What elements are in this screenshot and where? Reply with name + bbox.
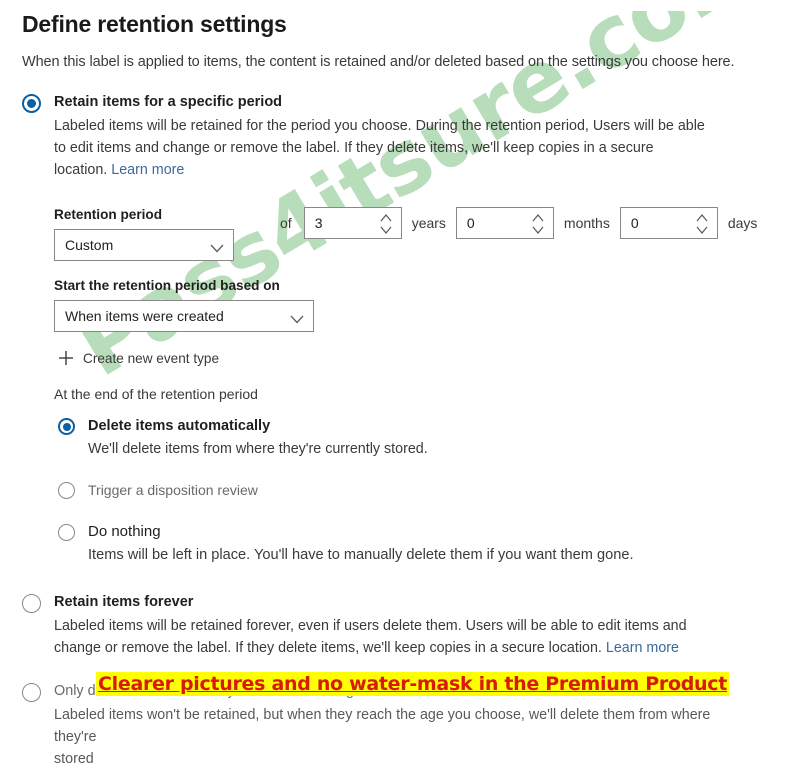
radio-retain-forever[interactable] <box>22 594 41 613</box>
learn-more-link[interactable]: Learn more <box>111 162 184 178</box>
option-delete-automatically[interactable]: Delete items automatically We'll delete … <box>58 416 774 460</box>
plus-icon <box>58 350 74 366</box>
desc-line-3: location. <box>54 162 108 178</box>
create-new-event-type-button[interactable]: Create new event type <box>58 350 774 366</box>
retention-settings-block: Retention period of 3 years 0 months 0 d… <box>54 207 774 566</box>
desc-line-2: to edit items and change or remove the l… <box>54 140 654 156</box>
duration-row: of 3 years 0 months 0 days <box>280 207 767 239</box>
desc-line-1: Labeled items will be retained forever, … <box>54 618 687 634</box>
start-retention-value: When items were created <box>65 308 224 324</box>
radio-trigger-disposition-review[interactable] <box>58 482 75 499</box>
days-stepper[interactable]: 0 <box>619 207 718 239</box>
of-label: of <box>280 215 292 231</box>
chevron-down-icon <box>290 311 304 329</box>
create-new-event-type-label: Create new event type <box>83 350 220 366</box>
months-stepper[interactable]: 0 <box>455 207 554 239</box>
option-description-retain-forever: Labeled items will be retained forever, … <box>54 615 734 659</box>
months-unit-label: months <box>563 215 610 231</box>
end-of-retention-heading: At the end of the retention period <box>54 386 258 402</box>
years-value: 3 <box>314 215 323 231</box>
months-spinner-arrows[interactable] <box>531 211 545 237</box>
option-do-nothing[interactable]: Do nothing Items will be left in place. … <box>58 522 774 566</box>
radio-delete-automatically[interactable] <box>58 418 75 435</box>
option-description-do-nothing: Items will be left in place. You'll have… <box>88 547 634 563</box>
page-subtitle: When this label is applied to items, the… <box>22 54 735 70</box>
premium-product-banner: Clearer pictures and no water-mask in th… <box>96 672 730 696</box>
option-label-retain-forever: Retain items forever <box>54 594 194 610</box>
learn-more-link[interactable]: Learn more <box>606 640 679 656</box>
chevron-down-icon <box>210 240 224 258</box>
start-retention-dropdown[interactable]: When items were created <box>54 300 314 332</box>
desc-line-1: Labeled items won't be retained, but whe… <box>54 707 711 745</box>
option-trigger-disposition-review[interactable]: Trigger a disposition review <box>58 480 774 500</box>
desc-line-1: Labeled items will be retained for the p… <box>54 118 705 134</box>
days-spinner-arrows[interactable] <box>695 211 709 237</box>
start-retention-label: Start the retention period based on <box>54 278 280 293</box>
radio-only-delete-certain-age[interactable] <box>22 683 41 702</box>
years-unit-label: years <box>411 215 446 231</box>
page-title: Define retention settings <box>22 11 287 37</box>
retention-settings-page: Define retention settings When this labe… <box>0 11 790 767</box>
desc-line-2: change or remove the label. If they dele… <box>54 640 602 656</box>
months-value: 0 <box>466 215 475 231</box>
option-retain-specific-period[interactable]: Retain items for a specific period Label… <box>22 92 774 181</box>
radio-do-nothing[interactable] <box>58 524 75 541</box>
years-stepper[interactable]: 3 <box>303 207 402 239</box>
option-label-delete-automatically: Delete items automatically <box>88 418 271 434</box>
option-label-trigger-disposition-review: Trigger a disposition review <box>88 482 258 498</box>
option-description-only-delete-certain-age: Labeled items won't be retained, but whe… <box>54 704 734 770</box>
option-label-retain-specific-period: Retain items for a specific period <box>54 94 283 110</box>
option-description-retain-specific-period: Labeled items will be retained for the p… <box>54 115 734 181</box>
years-spinner-arrows[interactable] <box>379 211 393 237</box>
radio-retain-specific-period[interactable] <box>22 94 41 113</box>
days-unit-label: days <box>727 215 758 231</box>
retention-period-dropdown[interactable]: Custom <box>54 229 234 261</box>
desc-line-2: stored <box>54 751 94 767</box>
days-value: 0 <box>630 215 639 231</box>
option-retain-forever[interactable]: Retain items forever Labeled items will … <box>22 592 774 659</box>
option-label-do-nothing: Do nothing <box>88 523 161 540</box>
option-description-delete-automatically: We'll delete items from where they're cu… <box>88 441 428 457</box>
retention-period-value: Custom <box>65 237 114 253</box>
